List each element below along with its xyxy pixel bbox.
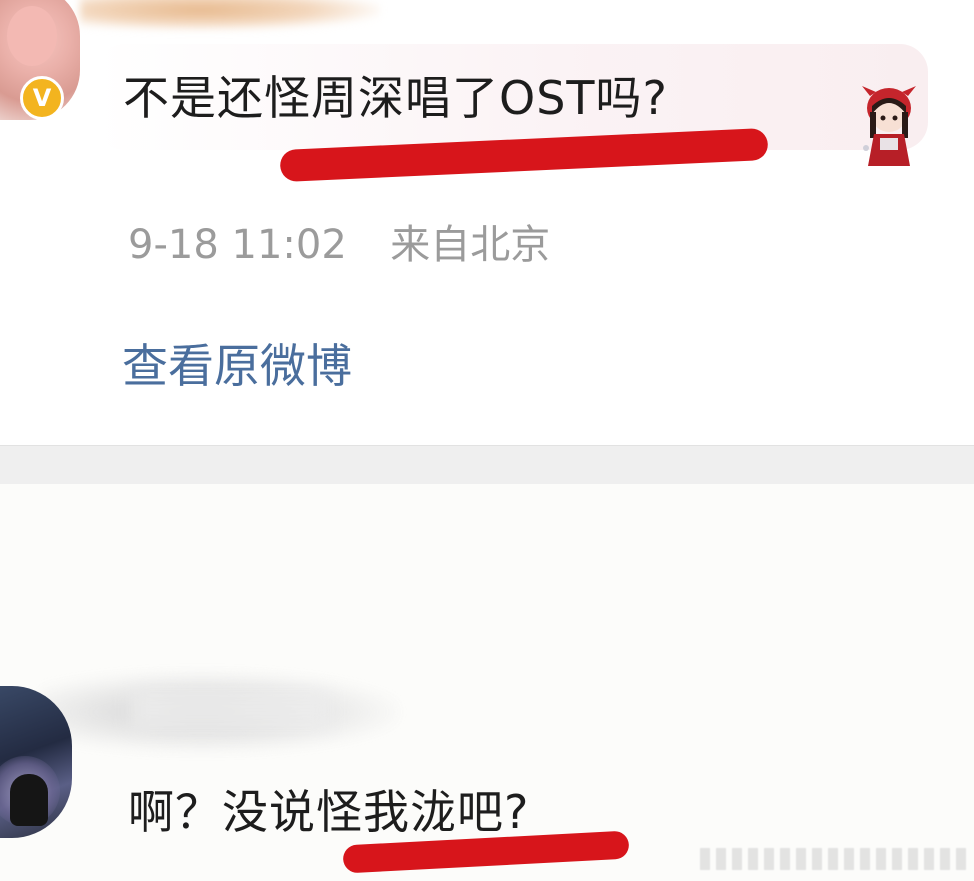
comment-timestamp: 9-18 11:02 来自北京 — [128, 212, 550, 270]
view-original-link[interactable]: 查看原微博 — [122, 330, 352, 396]
section-divider — [0, 445, 974, 485]
redacted-username-overlay — [130, 690, 330, 730]
location-label: 来自北京 — [390, 222, 551, 268]
avatar-face — [7, 6, 57, 66]
verified-badge-icon: V — [20, 76, 64, 120]
chibi-girl-sticker-icon — [862, 86, 916, 166]
avatar-figure — [10, 774, 48, 826]
redacted-username-top — [80, 0, 380, 30]
comment-text: 不是还怪周深唱了OST吗? — [123, 71, 668, 125]
timestamp-value: 9-18 11:02 — [128, 222, 347, 268]
reply-text: 啊？没说怪我泷吧? — [128, 785, 530, 839]
watermark-dashes — [700, 848, 970, 870]
